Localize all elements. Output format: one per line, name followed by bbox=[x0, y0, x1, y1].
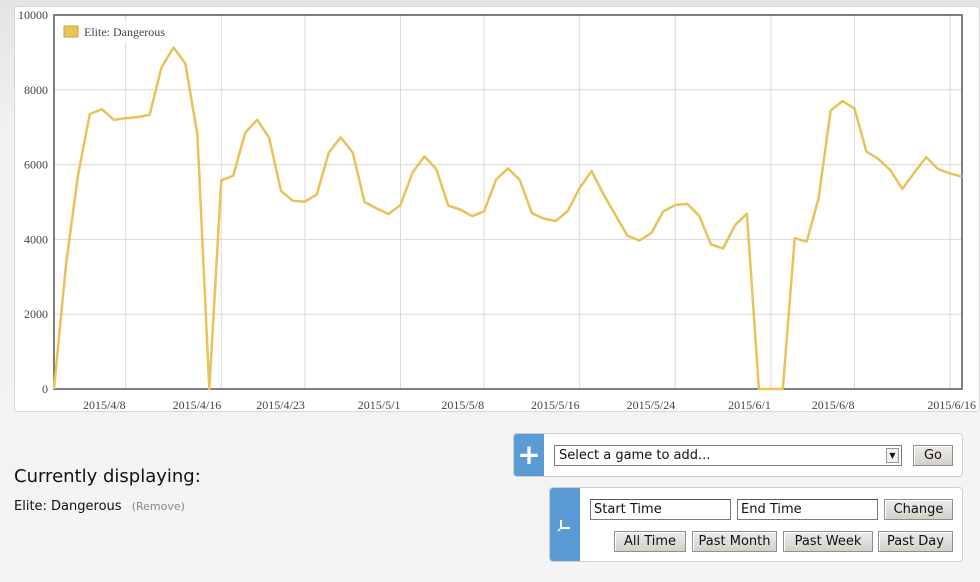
y-tick-label: 8000 bbox=[24, 83, 48, 97]
x-tick-label: 2015/5/8 bbox=[441, 398, 484, 412]
y-tick-label: 0 bbox=[42, 382, 48, 396]
x-tick-label: 2015/6/8 bbox=[812, 398, 855, 412]
clock-icon bbox=[557, 519, 570, 532]
remove-link[interactable]: (Remove) bbox=[132, 500, 185, 513]
go-button[interactable]: Go bbox=[913, 445, 953, 466]
game-select-value: Select a game to add... bbox=[559, 448, 711, 463]
x-tick-label: 2015/5/16 bbox=[531, 398, 580, 412]
x-tick-label: 2015/5/1 bbox=[358, 398, 401, 412]
x-tick-label: 2015/4/23 bbox=[256, 398, 305, 412]
series bbox=[52, 46, 963, 391]
x-tick-label: 2015/6/1 bbox=[728, 398, 771, 412]
y-axis: 0 2000 4000 6000 8000 10000 bbox=[18, 8, 48, 396]
x-tick-label: 2015/5/24 bbox=[627, 398, 676, 412]
change-button[interactable]: Change bbox=[884, 499, 953, 520]
chart: 0 2000 4000 6000 8000 10000 2015/4/8 2015/4/16… bbox=[18, 8, 976, 412]
add-game-panel: + Select a game to add... ▼ Go bbox=[513, 433, 963, 477]
current-game-entry: Elite: Dangerous (Remove) bbox=[14, 499, 185, 514]
x-axis: 2015/4/8 2015/4/16 2015/4/23 2015/5/1 2015/5… bbox=[83, 398, 976, 412]
currently-displaying-title: Currently displaying: bbox=[14, 466, 201, 487]
dropdown-arrow-icon[interactable]: ▼ bbox=[886, 448, 899, 463]
plot-frame bbox=[53, 14, 963, 390]
game-select[interactable]: Select a game to add... ▼ bbox=[554, 445, 902, 466]
legend-label: Elite: Dangerous bbox=[84, 25, 165, 39]
current-game-name: Elite: Dangerous bbox=[14, 499, 122, 514]
add-panel-sidebar: + bbox=[514, 434, 544, 476]
plus-icon: + bbox=[517, 438, 541, 471]
x-tick-label: 2015/4/8 bbox=[83, 398, 126, 412]
x-tick-label: 2015/4/16 bbox=[173, 398, 222, 412]
past-week-button[interactable]: Past Week bbox=[783, 531, 873, 552]
grid bbox=[54, 15, 962, 389]
y-tick-label: 2000 bbox=[24, 307, 48, 321]
x-tick-label: 2015/6/16 bbox=[927, 398, 976, 412]
y-tick-label: 4000 bbox=[24, 232, 48, 246]
series-line-0 bbox=[52, 46, 963, 391]
past-month-button[interactable]: Past Month bbox=[692, 531, 777, 552]
time-range-panel: Start Time End Time Change All Time Past… bbox=[549, 487, 963, 562]
all-time-button[interactable]: All Time bbox=[614, 531, 686, 552]
end-time-input[interactable]: End Time bbox=[737, 499, 878, 520]
start-time-input[interactable]: Start Time bbox=[590, 499, 731, 520]
time-panel-sidebar bbox=[550, 488, 580, 561]
legend: Elite: Dangerous bbox=[60, 21, 176, 43]
legend-swatch bbox=[63, 25, 79, 38]
y-tick-label: 10000 bbox=[18, 8, 48, 22]
past-day-button[interactable]: Past Day bbox=[878, 531, 953, 552]
y-tick-label: 6000 bbox=[24, 158, 48, 172]
